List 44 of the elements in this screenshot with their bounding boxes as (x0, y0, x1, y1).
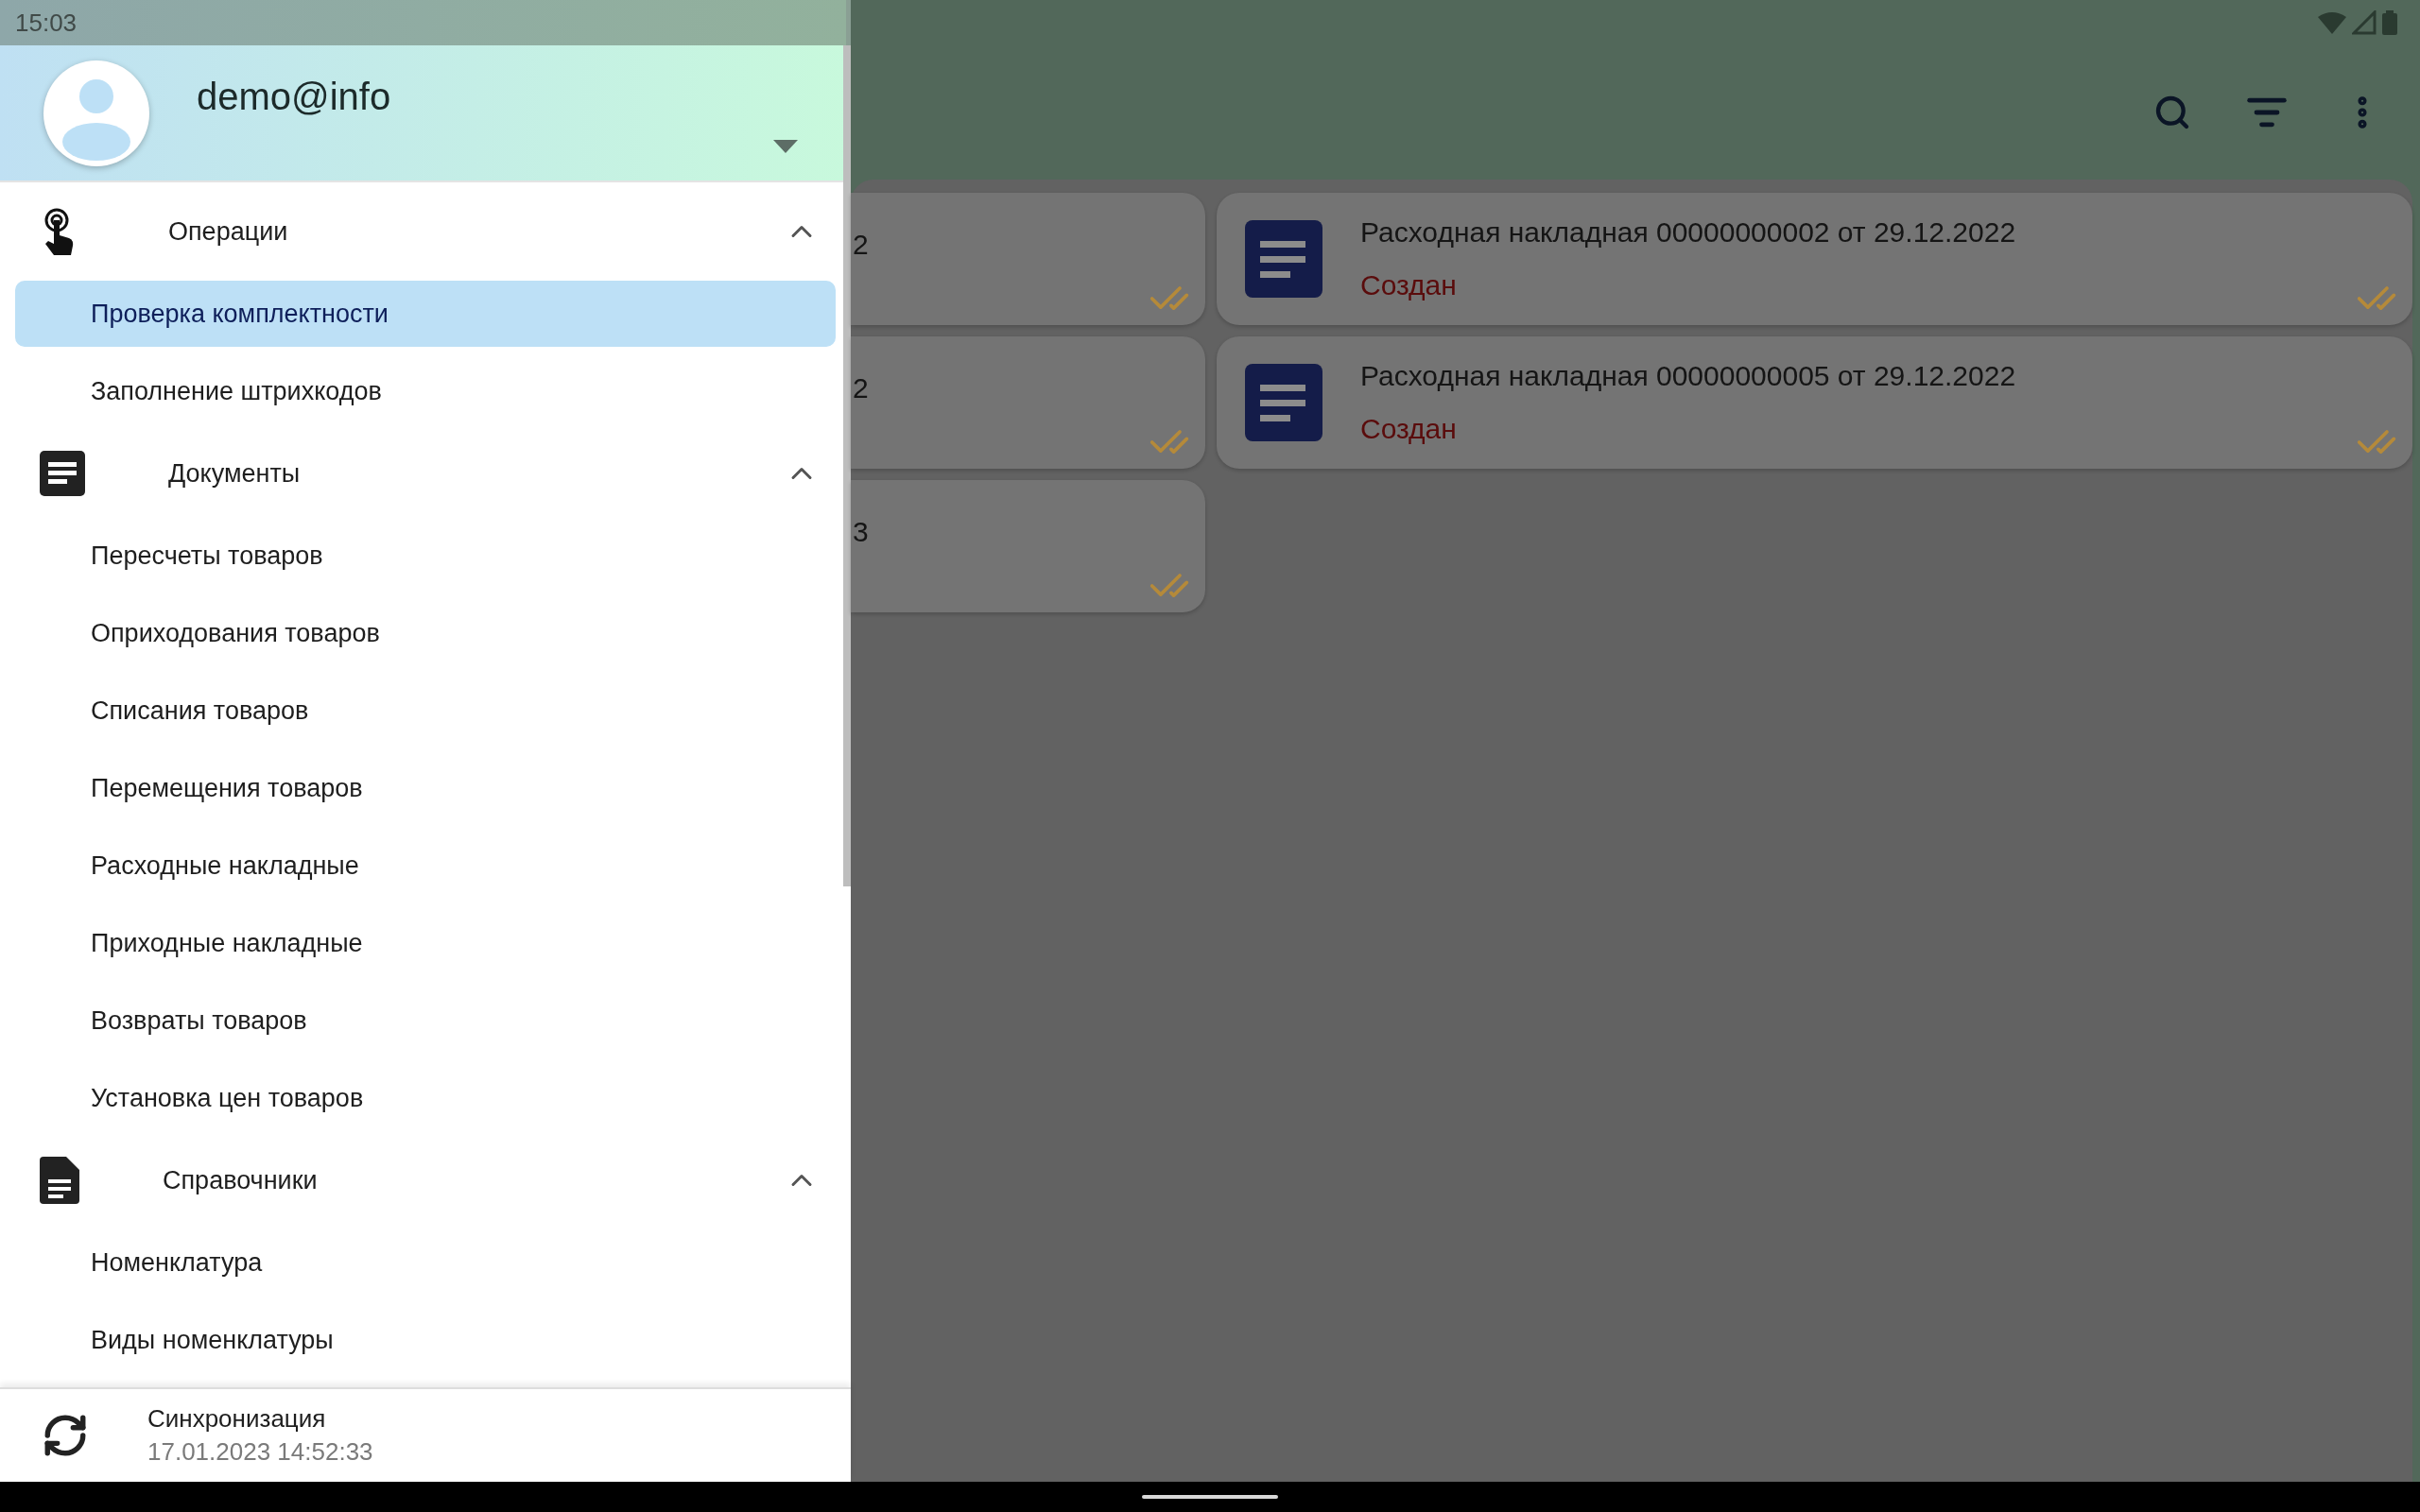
document-title: Расходная накладная 00000000002 от 29.12.2022 (1360, 216, 2016, 249)
document-title: 2 (853, 372, 869, 404)
menu-item[interactable]: Заполнение штрихкодов (15, 358, 836, 424)
menu-item[interactable]: Номенклатура (15, 1229, 836, 1296)
menu-item[interactable]: Оприходования товаров (15, 600, 836, 666)
menu-item[interactable]: Возвраты товаров (15, 988, 836, 1054)
menu-item[interactable]: Проверка комплектности (15, 281, 836, 347)
battery-icon (2382, 10, 2397, 35)
section-title: Документы (168, 458, 302, 489)
menu-item[interactable]: Приходные накладные (15, 910, 836, 976)
document-status: Создан (1360, 269, 1458, 301)
sync-label: Синхронизация (147, 1404, 327, 1434)
menu-section[interactable]: Операции (0, 188, 839, 275)
search-icon[interactable] (2153, 94, 2191, 131)
section-title: Операции (168, 216, 289, 247)
wifi-icon (2318, 11, 2346, 34)
section-title: Справочники (163, 1165, 319, 1195)
dropdown-caret-icon[interactable] (773, 140, 798, 153)
document-card[interactable]: 3 (851, 480, 1205, 612)
menu-item[interactable]: Виды номенклатуры (15, 1307, 836, 1373)
status-time: 15:03 (15, 8, 78, 38)
menu-item[interactable]: Перемещения товаров (15, 755, 836, 821)
document-status: Создан (1360, 413, 1458, 445)
menu-item[interactable]: Установка цен товаров (15, 1065, 836, 1131)
menu-item[interactable]: Списания товаров (15, 678, 836, 744)
document-card[interactable]: 2 (851, 193, 1205, 325)
document-title: 2 (853, 229, 869, 261)
menu-item[interactable]: Расходные накладные (15, 833, 836, 899)
document-title: Расходная накладная 00000000005 от 29.12.2022 (1360, 360, 2016, 392)
file-icon (40, 1157, 79, 1204)
document-card[interactable]: Расходная накладная 00000000002 от 29.12.2022 Создан (1217, 193, 2412, 325)
sync-time: 17.01.2023 14:52:33 (147, 1437, 373, 1467)
menu-section[interactable]: Справочники (0, 1137, 839, 1224)
document-icon (1245, 364, 1322, 441)
document-card[interactable]: Расходная накладная 00000000005 от 29.12.2022 Создан (1217, 336, 2412, 469)
document-title: 3 (853, 516, 869, 548)
home-handle[interactable] (1142, 1495, 1278, 1499)
account-name: demo@info (197, 76, 391, 118)
menu-section[interactable]: Документы (0, 430, 839, 517)
signal-icon (2352, 10, 2377, 35)
document-icon (1245, 220, 1322, 298)
document-card[interactable]: 2 (851, 336, 1205, 469)
menu-item[interactable]: Пересчеты товаров (15, 523, 836, 589)
document-icon (40, 451, 85, 496)
